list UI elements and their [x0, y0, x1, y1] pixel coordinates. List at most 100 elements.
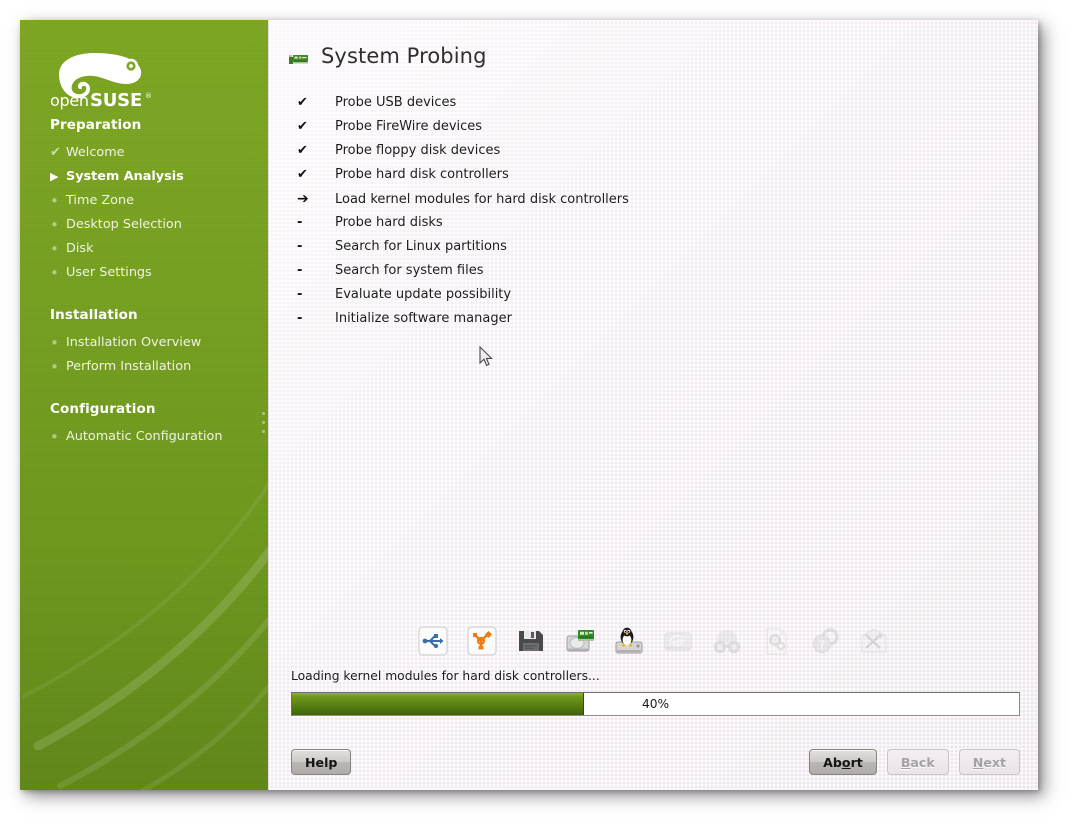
partition-search-icon [711, 625, 743, 657]
bullet-icon: • [50, 192, 59, 210]
task-status-icon: - [297, 263, 303, 278]
bullet-icon: • [50, 428, 59, 446]
pci-card-icon [289, 55, 308, 64]
task-row: ✔ Probe hard disk controllers [293, 167, 1038, 191]
sidebar-item-label: Installation Overview [66, 335, 202, 350]
svg-text:?: ? [819, 638, 826, 652]
sidebar-item-time-zone[interactable]: • Time Zone [20, 189, 268, 213]
installer-step-nav: Preparation ✔ Welcome ▶ System Analysis … [20, 116, 268, 470]
task-label: Probe hard disk controllers [335, 167, 509, 182]
nav-group-configuration: Configuration • Automatic Configuration [20, 400, 268, 449]
task-label: Search for system files [335, 263, 484, 278]
system-files-icon [760, 625, 792, 657]
progress-status-text: Loading kernel modules for hard disk con… [291, 669, 600, 683]
nav-group-preparation: Preparation ✔ Welcome ▶ System Analysis … [20, 116, 268, 285]
task-label: Load kernel modules for hard disk contro… [335, 192, 629, 207]
task-status-icon: ➔ [297, 191, 309, 207]
sidebar-item-user-settings[interactable]: • User Settings [20, 261, 268, 285]
task-row: ✔ Probe USB devices [293, 95, 1038, 119]
page-heading: System Probing [269, 20, 1038, 73]
task-row: - Evaluate update possibility [293, 287, 1038, 311]
task-status-icon: ✔ [297, 167, 308, 182]
sidebar-item-label: Welcome [66, 145, 125, 160]
task-label: Probe hard disks [335, 215, 443, 230]
probe-icon-strip: ? [269, 615, 1038, 657]
task-row: - Search for Linux partitions [293, 239, 1038, 263]
bullet-icon: • [50, 216, 59, 234]
logo-word-suse: SUSE [90, 90, 142, 110]
software-manager-icon [858, 625, 890, 657]
task-row: - Initialize software manager [293, 311, 1038, 335]
next-button-label: Next [972, 754, 1006, 770]
sidebar-item-system-analysis[interactable]: ▶ System Analysis [20, 165, 268, 189]
desktop-background: open SUSE ® Preparation ✔ Welcome ▶ Syst… [0, 0, 1084, 828]
task-row: - Probe hard disks [293, 215, 1038, 239]
help-button-label: Help [305, 754, 338, 770]
progress-bar: 40% [291, 692, 1020, 716]
task-status-icon: - [297, 287, 303, 302]
bullet-icon: • [50, 334, 59, 352]
sidebar-item-installation-overview[interactable]: • Installation Overview [20, 331, 268, 355]
nav-group-title-preparation: Preparation [50, 117, 142, 133]
sidebar-item-perform-installation[interactable]: • Perform Installation [20, 355, 268, 379]
installer-sidebar: open SUSE ® Preparation ✔ Welcome ▶ Syst… [20, 20, 268, 790]
logo-word-open: open [50, 91, 89, 110]
nav-group-title-configuration: Configuration [50, 401, 156, 417]
dialog-button-bar: Help Abort Back Next [269, 734, 1038, 790]
task-status-icon: ✔ [297, 143, 308, 158]
firewire-icon [466, 625, 498, 657]
task-status-icon: - [297, 311, 303, 326]
task-label: Probe USB devices [335, 95, 457, 110]
next-button[interactable]: Next [958, 749, 1020, 775]
hard-disk-controller-icon [564, 625, 596, 657]
opensuse-geeko-logo: open SUSE ® [50, 53, 152, 111]
bullet-icon: • [50, 240, 59, 258]
sidebar-item-disk[interactable]: • Disk [20, 237, 268, 261]
task-label: Search for Linux partitions [335, 239, 507, 254]
help-button[interactable]: Help [291, 749, 352, 775]
check-icon: ✔ [50, 145, 61, 160]
main-content-pane: System Probing ✔ Probe USB devices ✔ Pro… [268, 20, 1038, 790]
abort-button-label: Abort [823, 754, 863, 770]
task-status-icon: ✔ [297, 95, 308, 110]
progress-percent-label: 40% [641, 697, 670, 711]
task-status-icon: - [297, 215, 303, 230]
progress-area: Loading kernel modules for hard disk con… [269, 669, 1038, 716]
sidebar-item-label: Desktop Selection [66, 217, 182, 232]
task-label: Probe FireWire devices [335, 119, 483, 134]
floppy-disk-icon [515, 625, 547, 657]
probe-task-list: ✔ Probe USB devices ✔ Probe FireWire dev… [269, 95, 1038, 335]
sidebar-item-desktop-selection[interactable]: • Desktop Selection [20, 213, 268, 237]
sidebar-item-label: Disk [66, 241, 94, 256]
task-label: Probe floppy disk devices [335, 143, 501, 158]
logo-trademark: ® [145, 92, 152, 100]
task-row: ✔ Probe FireWire devices [293, 119, 1038, 143]
task-row: - Search for system files [293, 263, 1038, 287]
task-label: Evaluate update possibility [335, 287, 512, 302]
task-row: ➔ Load kernel modules for hard disk cont… [293, 191, 1038, 215]
hard-disk-icon [662, 625, 694, 657]
sidebar-splitter-handle[interactable] [259, 412, 267, 438]
task-status-icon: ✔ [297, 119, 308, 134]
bullet-icon: • [50, 264, 59, 282]
back-button[interactable]: Back [886, 749, 949, 775]
task-row: ✔ Probe floppy disk devices [293, 143, 1038, 167]
task-label: Initialize software manager [335, 311, 512, 326]
sidebar-item-label: Time Zone [66, 193, 134, 208]
installer-window: open SUSE ® Preparation ✔ Welcome ▶ Syst… [20, 20, 1038, 790]
sidebar-item-welcome[interactable]: ✔ Welcome [20, 141, 268, 165]
back-button-label: Back [900, 754, 935, 770]
play-arrow-icon: ▶ [50, 170, 59, 183]
sidebar-item-label: Perform Installation [66, 359, 192, 374]
opensuse-logo: open SUSE ® [46, 44, 166, 111]
nav-group-title-installation: Installation [50, 307, 138, 323]
linux-hard-disk-icon [613, 625, 645, 657]
abort-button[interactable]: Abort [809, 749, 877, 775]
bullet-icon: • [50, 358, 59, 376]
sidebar-item-label: User Settings [66, 265, 152, 280]
sidebar-item-automatic-configuration[interactable]: • Automatic Configuration [20, 425, 268, 449]
task-status-icon: - [297, 239, 303, 254]
nav-group-installation: Installation • Installation Overview • P… [20, 306, 268, 379]
page-title: System Probing [321, 44, 487, 68]
